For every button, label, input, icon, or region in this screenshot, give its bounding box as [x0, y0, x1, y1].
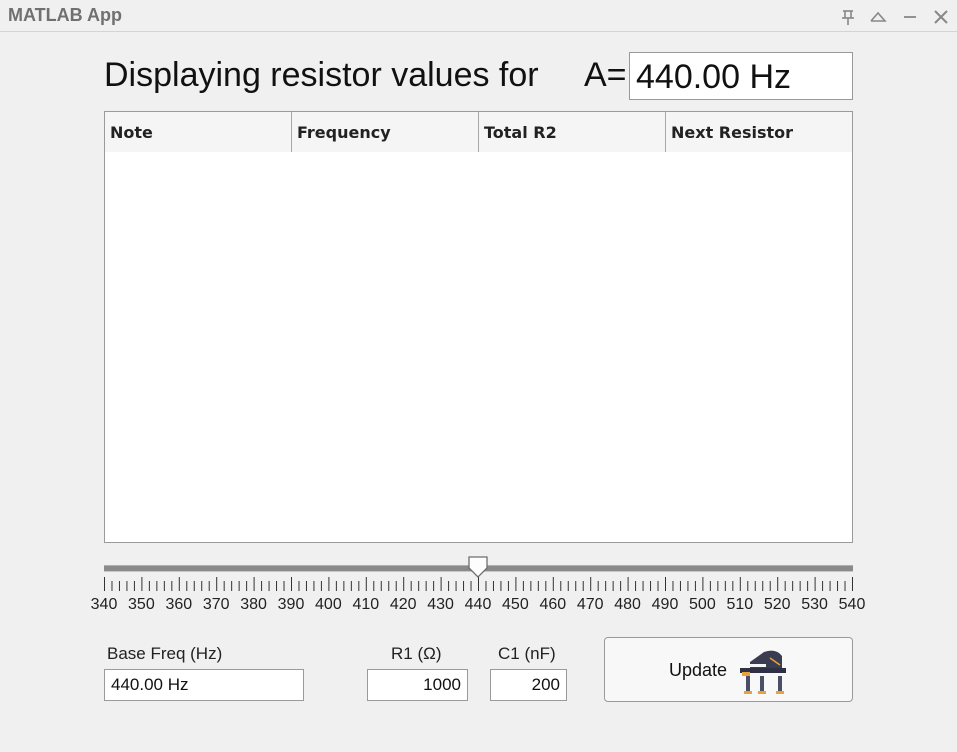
slider-tick-label: 340: [90, 596, 118, 613]
title-bar: MATLAB App: [0, 0, 957, 32]
resistor-table[interactable]: Note Frequency Total R2 Next Resistor: [104, 111, 853, 543]
column-header-next-resistor[interactable]: Next Resistor: [666, 112, 852, 152]
slider-tick-label: 460: [539, 596, 567, 613]
slider-tick-label: 430: [427, 596, 454, 613]
c1-label: C1 (nF): [498, 644, 556, 663]
slider-tick-label: 360: [165, 596, 193, 613]
frequency-display: 440.00 Hz: [629, 52, 853, 100]
slider-tick-label: 490: [651, 596, 679, 613]
slider-tick-label: 380: [240, 596, 267, 613]
frequency-slider-thumb[interactable]: [468, 556, 488, 578]
slider-tick-label: 420: [389, 596, 417, 613]
update-button-label: Update: [669, 660, 728, 680]
slider-tick-label: 540: [838, 596, 866, 613]
slider-tick-label: 350: [128, 596, 155, 613]
slider-tick-label: 440: [464, 596, 492, 613]
pin-icon[interactable]: [838, 7, 858, 27]
slider-tick-label: 400: [315, 596, 342, 613]
c1-field[interactable]: [490, 669, 567, 701]
table-header: Note Frequency Total R2 Next Resistor: [105, 112, 852, 152]
slider-tick-label: 530: [801, 596, 828, 613]
slider-tick-label: 520: [763, 596, 791, 613]
slider-tick-label: 470: [576, 596, 604, 613]
window-title: MATLAB App: [8, 5, 122, 25]
slider-tick-label: 500: [689, 596, 716, 613]
column-header-note[interactable]: Note: [105, 112, 292, 152]
slider-tick-label: 410: [352, 596, 380, 613]
minimize-icon[interactable]: [900, 7, 920, 27]
heading-text: Displaying resistor values for: [104, 56, 539, 94]
base-freq-label: Base Freq (Hz): [107, 644, 223, 663]
piano-icon: [740, 650, 786, 694]
note-label: A=: [584, 56, 627, 94]
update-button[interactable]: Update: [604, 637, 853, 702]
base-freq-field[interactable]: [104, 669, 304, 701]
column-header-frequency[interactable]: Frequency: [292, 112, 479, 152]
close-icon[interactable]: [931, 7, 951, 27]
slider-tick-label: 480: [614, 596, 641, 613]
slider-tick-label: 390: [277, 596, 305, 613]
slider-tick-label: 510: [726, 596, 754, 613]
slider-tick-label: 370: [202, 596, 230, 613]
column-header-total-r2[interactable]: Total R2: [479, 112, 666, 152]
slider-tick-labels: 340 350 360 370 380 390 400 410 420 430 440 450 460 4…: [0, 596, 957, 616]
r1-label: R1 (Ω): [391, 644, 442, 663]
collapse-icon[interactable]: [868, 7, 888, 27]
slider-ticks: [104, 577, 853, 591]
r1-field[interactable]: [367, 669, 468, 701]
slider-tick-label: 450: [502, 596, 529, 613]
